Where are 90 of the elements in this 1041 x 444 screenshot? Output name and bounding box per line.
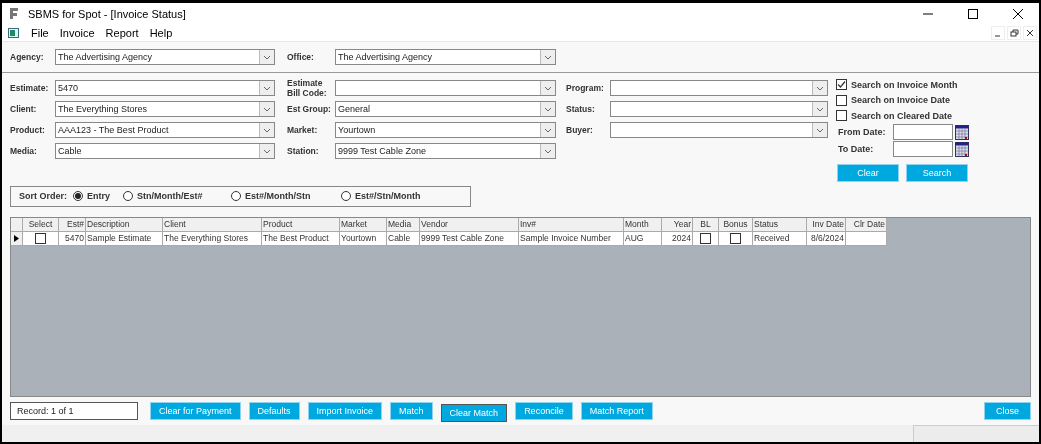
calendar-icon[interactable]	[955, 124, 969, 140]
field-label: Media:	[10, 145, 38, 156]
dropdown-field[interactable]: General	[335, 100, 556, 117]
column-header[interactable]: BL	[693, 217, 719, 232]
column-header[interactable]: Product	[262, 217, 340, 232]
table-cell: AUG	[624, 231, 662, 246]
field-label: From Date:	[838, 127, 887, 137]
column-header[interactable]: Bonus	[719, 217, 753, 232]
field-label: Office:	[287, 52, 315, 62]
table-cell: 2024	[662, 231, 693, 246]
field-label: To Date:	[838, 144, 875, 154]
checkbox-label: Search on Invoice Month	[851, 79, 958, 90]
field-label: Client:	[10, 103, 38, 114]
column-header[interactable]: Media	[387, 217, 420, 232]
table-cell: 5470	[59, 231, 86, 246]
date-field[interactable]	[893, 124, 953, 140]
column-header[interactable]: Clr Date	[846, 217, 887, 232]
menu-item[interactable]: File	[31, 26, 49, 39]
radio-button[interactable]	[231, 191, 241, 201]
close-icon[interactable]	[1012, 7, 1024, 20]
table-cell: Cable	[387, 231, 420, 246]
field-label: Program:	[566, 82, 605, 93]
radio-label: Entry	[87, 191, 111, 201]
field-label: Estimate:	[10, 82, 50, 93]
radio-button[interactable]	[341, 191, 351, 201]
dropdown-field[interactable]	[610, 100, 828, 117]
menu-item[interactable]: Help	[149, 26, 173, 39]
table-cell: The Everything Stores	[163, 231, 262, 246]
field-label: Buyer:	[566, 124, 594, 135]
field-label: Product:	[10, 124, 46, 135]
field-label: Status:	[566, 103, 596, 114]
dropdown-field[interactable]: The Everything Stores	[55, 100, 275, 117]
column-header[interactable]: Inv#	[519, 217, 624, 232]
column-header[interactable]: Select	[23, 217, 59, 232]
field-label: Estimate Bill Code:	[287, 77, 328, 98]
column-header[interactable]: Year	[662, 217, 693, 232]
date-field[interactable]	[893, 141, 953, 157]
dropdown-field[interactable]: 5470	[55, 79, 275, 96]
checkbox[interactable]	[836, 79, 847, 91]
dropdown-field[interactable]: Yourtown	[335, 121, 556, 138]
table-cell: 9999 Test Cable Zone	[420, 231, 519, 246]
dropdown-field[interactable]: The Advertising Agency	[335, 49, 556, 65]
radio-button[interactable]	[123, 191, 133, 201]
checkbox[interactable]	[836, 94, 847, 106]
table-cell: Sample Invoice Number	[519, 231, 624, 246]
checkbox[interactable]	[836, 110, 847, 122]
menu-item[interactable]: Report	[105, 26, 139, 39]
column-header[interactable]: Status	[753, 217, 807, 232]
column-header[interactable]: Est#	[59, 217, 86, 232]
field-label: Market:	[287, 124, 319, 135]
radio-label: Est#/Month/Stn	[245, 191, 311, 201]
checkbox-label: Search on Cleared Date	[851, 110, 953, 121]
checkbox[interactable]	[700, 232, 711, 244]
field-label: Est Group:	[287, 103, 332, 114]
column-header[interactable]: Market	[340, 217, 387, 232]
restore-icon[interactable]	[1007, 25, 1021, 40]
checkbox[interactable]	[35, 232, 46, 244]
dropdown-field[interactable]	[610, 121, 828, 138]
column-header[interactable]: Month	[624, 217, 662, 232]
dropdown-field[interactable]: 9999 Test Cable Zone	[335, 142, 556, 159]
checkbox-label: Search on Invoice Date	[851, 95, 951, 106]
dropdown-field[interactable]	[335, 79, 556, 96]
column-header[interactable]: Description	[86, 217, 163, 232]
form-icon	[8, 27, 20, 38]
radio-label: Stn/Month/Est#	[137, 191, 203, 201]
dropdown-field[interactable]	[610, 79, 828, 96]
menu-item[interactable]: Invoice	[59, 26, 95, 39]
window-title: SBMS for Spot - [Invoice Status]	[28, 7, 186, 20]
radio-label: Est#/Stn/Month	[355, 191, 421, 201]
radio-button[interactable]	[73, 191, 83, 201]
field-label: Agency:	[10, 52, 45, 62]
record-counter: Record: 1 of 1	[10, 402, 138, 420]
app-icon	[8, 6, 20, 21]
maximize-icon[interactable]	[967, 7, 979, 20]
table-cell: 8/6/2024	[807, 231, 846, 246]
dropdown-field[interactable]: The Advertising Agency	[55, 49, 275, 65]
table-cell: The Best Product	[262, 231, 340, 246]
column-header[interactable]: Vendor	[420, 217, 519, 232]
checkbox[interactable]	[730, 232, 741, 244]
column-header[interactable]: Inv Date	[807, 217, 846, 232]
table-cell: Yourtown	[340, 231, 387, 246]
dropdown-field[interactable]: AAA123 - The Best Product	[55, 121, 275, 138]
dropdown-field[interactable]: Cable	[55, 142, 275, 159]
table-cell: Received	[753, 231, 807, 246]
minimize-icon[interactable]	[991, 25, 1005, 40]
calendar-icon[interactable]	[955, 141, 969, 157]
table-cell: Sample Estimate	[86, 231, 163, 246]
field-label: Station:	[287, 145, 320, 156]
sort-order-label: Sort Order:	[19, 191, 67, 201]
column-header[interactable]: Client	[163, 217, 262, 232]
